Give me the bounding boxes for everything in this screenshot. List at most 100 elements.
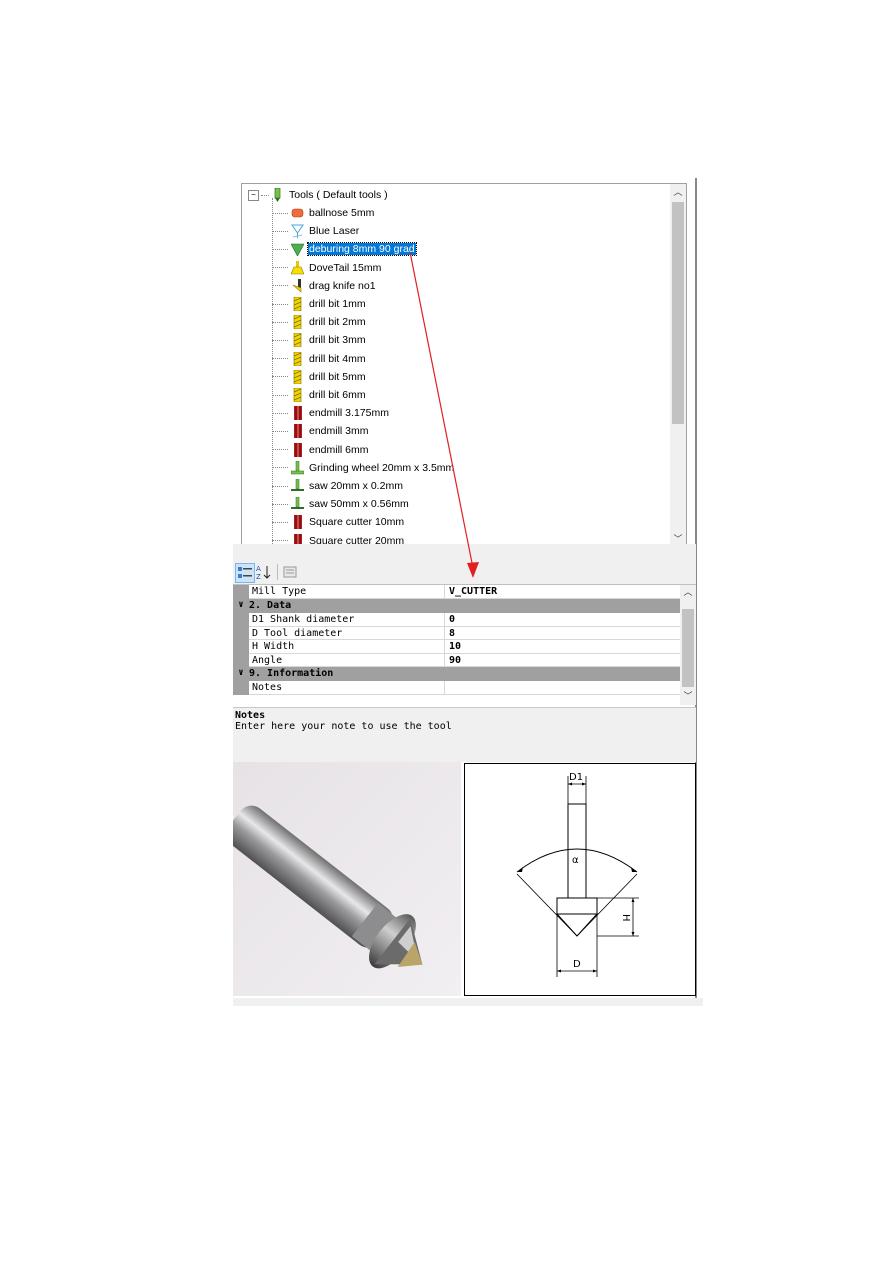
endmill-icon (291, 406, 304, 421)
tree-item[interactable]: drill bit 2mm (242, 313, 367, 331)
property-grid[interactable]: Mill Type V_CUTTER ∨ 2. Data D1 Shank di… (233, 584, 696, 705)
category-information[interactable]: ∨ 9. Information (233, 667, 680, 681)
tree-item-label: drill bit 4mm (309, 352, 366, 365)
description-text: Enter here your note to use the tool (235, 721, 452, 732)
alpha-label: α (572, 855, 579, 866)
tree-item[interactable]: endmill 3mm (242, 422, 370, 440)
tree-item[interactable]: ballnose 5mm (242, 204, 375, 222)
prop-value[interactable]: 8 (445, 627, 680, 640)
drill-icon (291, 387, 304, 403)
tree-scrollbar[interactable]: ︿ ﹀ (670, 184, 686, 547)
drill-icon (291, 333, 304, 348)
propgrid-row[interactable]: Angle 90 (233, 653, 680, 667)
h-label: H (620, 914, 631, 922)
tree-item[interactable]: endmill 3.175mm (242, 404, 390, 422)
categorized-button[interactable] (235, 563, 255, 583)
drag-knife-icon (291, 278, 304, 293)
window-frame (695, 178, 702, 998)
saw-icon (291, 478, 304, 493)
propgrid-toolbar: AZ (233, 560, 696, 584)
tree-item-label: endmill 6mm (309, 443, 369, 456)
categorized-icon (238, 567, 252, 578)
v-cutter-icon (290, 242, 305, 258)
tree-item-label: Grinding wheel 20mm x 3.5mm (309, 461, 455, 474)
property-pages-icon (283, 566, 297, 578)
propgrid-row-notes[interactable]: Notes (233, 681, 680, 695)
prop-name: Mill Type (249, 585, 445, 599)
category-label: 2. Data (249, 600, 292, 611)
prop-name: H Width (249, 640, 445, 654)
sort-az-icon: AZ (256, 565, 271, 580)
tree-item[interactable]: saw 20mm x 0.2mm (242, 477, 404, 495)
endmill-icon (291, 442, 304, 457)
prop-name: D Tool diameter (249, 626, 445, 640)
scroll-up-icon[interactable]: ︿ (670, 184, 686, 200)
tree-item[interactable]: drill bit 3mm (242, 331, 367, 349)
chevron-down-icon[interactable]: ∨ (233, 599, 249, 613)
propgrid-scroll-thumb[interactable] (682, 609, 694, 687)
tree-item[interactable]: drag knife no1 (242, 277, 377, 295)
tree-item[interactable]: DoveTail 15mm (242, 259, 382, 277)
tree-item[interactable]: drill bit 6mm (242, 386, 367, 404)
endmill-icon (291, 515, 304, 530)
scroll-down-icon[interactable]: ﹀ (680, 689, 696, 705)
tree-item-label: endmill 3mm (309, 425, 369, 438)
propgrid-scrollbar[interactable]: ︿ ﹀ (680, 585, 696, 705)
tree-item-label: saw 50mm x 0.56mm (309, 498, 409, 511)
tree-item-label: drill bit 6mm (309, 389, 366, 401)
tools-root-icon (271, 187, 284, 202)
tree-item[interactable]: Grinding wheel 20mm x 3.5mm (242, 459, 455, 477)
propgrid-row-mill-type[interactable]: Mill Type V_CUTTER (233, 585, 680, 599)
prop-value[interactable]: 0 (445, 613, 680, 627)
tree-item-label: drill bit 5mm (309, 370, 366, 383)
alphabetical-button[interactable]: AZ (255, 563, 273, 581)
tree-item[interactable]: deburing 8mm 90 grad (242, 240, 417, 258)
tree-item-label: endmill 3.175mm (309, 407, 389, 420)
tree-item[interactable]: drill bit 1mm (242, 295, 367, 313)
tree-item[interactable]: Blue Laser (242, 222, 360, 240)
drill-icon (291, 369, 304, 385)
propgrid-row[interactable]: D1 Shank diameter 0 (233, 613, 680, 627)
prop-value[interactable] (445, 681, 680, 695)
prop-name: D1 Shank diameter (249, 613, 445, 627)
tool-tree[interactable]: − Tools ( Default tools ) ballnose 5mm Bl… (241, 183, 687, 548)
chevron-down-icon[interactable]: ∨ (233, 667, 249, 681)
svg-text:Z: Z (256, 573, 261, 580)
ballnose-icon (291, 206, 304, 220)
description-title: Notes (235, 710, 266, 721)
prop-value[interactable]: 10 (445, 640, 680, 654)
tree-item-label: drill bit 1mm (309, 298, 366, 310)
tree-item-label: deburing 8mm 90 grad (307, 242, 417, 257)
tree-item-label: drill bit 3mm (309, 334, 366, 347)
tree-item[interactable]: endmill 6mm (242, 441, 370, 459)
drill-icon (291, 314, 304, 330)
category-data[interactable]: ∨ 2. Data (233, 599, 680, 613)
property-pages-button[interactable] (281, 563, 299, 581)
tree-item[interactable]: Square cutter 10mm (242, 513, 405, 531)
d-label: D (573, 959, 581, 970)
scroll-up-icon[interactable]: ︿ (680, 585, 696, 601)
tree-item-label: drag knife no1 (309, 279, 376, 292)
tree-root[interactable]: − Tools ( Default tools ) (242, 186, 389, 204)
drill-icon (291, 351, 304, 366)
laser-icon (291, 224, 304, 239)
tree-item[interactable]: saw 50mm x 0.56mm (242, 495, 410, 513)
tree-item-label: Blue Laser (309, 225, 360, 238)
tree-scroll-thumb[interactable] (672, 202, 684, 424)
propgrid-row[interactable]: D Tool diameter 8 (233, 626, 680, 640)
prop-value[interactable]: V_CUTTER (445, 585, 680, 599)
grinding-wheel-icon (290, 460, 305, 475)
collapse-icon[interactable]: − (248, 189, 259, 201)
propgrid-row[interactable]: H Width 10 (233, 640, 680, 654)
prop-name: Angle (249, 653, 445, 667)
description-panel: Notes Enter here your note to use the to… (233, 707, 696, 762)
splitter[interactable] (233, 544, 696, 560)
status-bar (233, 998, 703, 1006)
tree-item-label: DoveTail 15mm (309, 261, 382, 274)
prop-value[interactable]: 90 (445, 654, 680, 667)
tool-photo (233, 762, 461, 996)
endmill-icon (291, 424, 304, 439)
tree-item[interactable]: drill bit 5mm (242, 368, 367, 386)
dovetail-icon (290, 260, 305, 275)
tree-item[interactable]: drill bit 4mm (242, 350, 367, 368)
